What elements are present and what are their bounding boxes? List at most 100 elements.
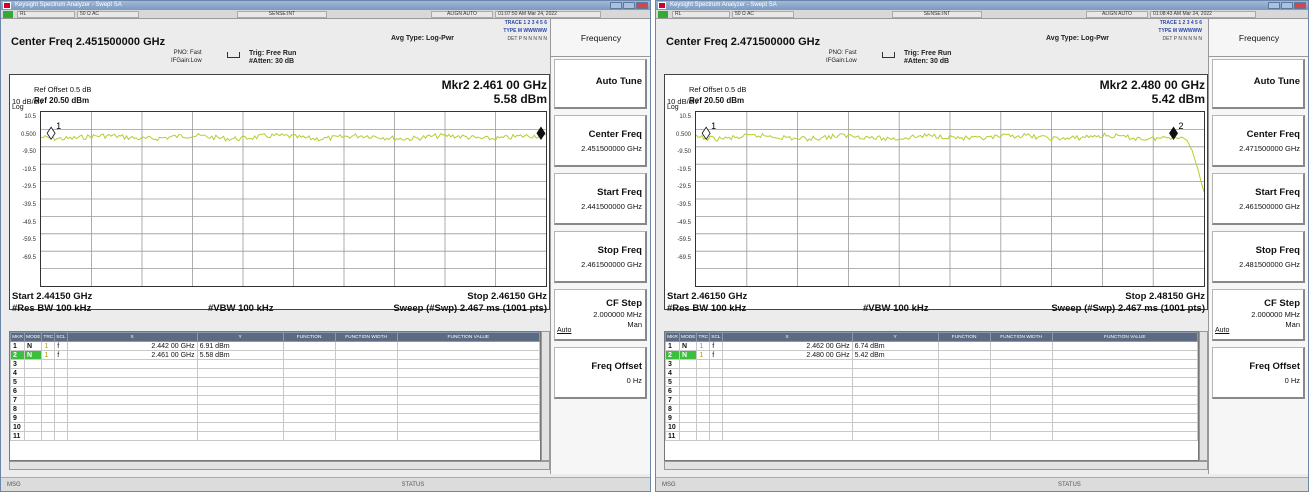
- marker-empty-cell: [696, 386, 711, 396]
- auto-tune-button[interactable]: Auto Tune: [1212, 59, 1305, 109]
- marker-row[interactable]: 7: [10, 395, 541, 405]
- cf-step-button[interactable]: CF Step 2.000000 MHz Auto Man: [554, 289, 647, 341]
- manual-toggle[interactable]: Man: [627, 320, 642, 329]
- marker-empty-cell: [196, 404, 284, 414]
- marker-trace-cell: 1: [696, 341, 711, 351]
- marker-empty-cell: [23, 395, 43, 405]
- freq-offset-button[interactable]: Freq Offset 0 Hz: [554, 347, 647, 399]
- marker-empty-cell: [196, 386, 284, 396]
- align-status: ALIGN AUTO: [1086, 11, 1148, 18]
- stop-freq-button[interactable]: Stop Freq 2.481500000 GHz: [1212, 231, 1305, 283]
- stop-freq-button[interactable]: Stop Freq 2.461500000 GHz: [554, 231, 647, 283]
- column-header: FUNCTION WIDTH: [334, 332, 398, 342]
- marker-empty-cell: [709, 395, 723, 405]
- marker-row[interactable]: 2 N 1 f 2.480 00 GHz 5.42 dBm: [665, 350, 1199, 360]
- marker-row[interactable]: 5: [665, 377, 1199, 387]
- column-header: TRC: [41, 332, 56, 342]
- coupling-status: 50 Ω AC: [77, 11, 139, 18]
- close-button[interactable]: [636, 2, 648, 9]
- marker-row[interactable]: 2 N 1 f 2.461 00 GHz 5.58 dBm: [10, 350, 541, 360]
- marker-row[interactable]: 7: [665, 395, 1199, 405]
- marker-empty-cell: [937, 359, 991, 369]
- app-icon: [3, 2, 11, 9]
- table-horizontal-scrollbar[interactable]: [664, 461, 1208, 470]
- pno-indicator: [227, 52, 240, 58]
- marker-row[interactable]: 5: [10, 377, 541, 387]
- marker-empty-cell: [989, 422, 1053, 432]
- column-header: FUNCTION VALUE: [1051, 332, 1199, 342]
- table-horizontal-scrollbar[interactable]: [9, 461, 550, 470]
- marker-number-cell: 2: [665, 350, 680, 360]
- marker-number-cell: 9: [665, 413, 680, 423]
- start-freq-button-value: 2.441500000 GHz: [581, 202, 642, 211]
- marker-empty-cell: [23, 368, 43, 378]
- marker-row[interactable]: 4: [665, 368, 1199, 378]
- marker-row[interactable]: 8: [10, 404, 541, 414]
- marker-row[interactable]: 3: [665, 359, 1199, 369]
- trigger-label: Trig: Free Run: [904, 50, 952, 57]
- column-header: MODE: [23, 332, 43, 342]
- marker-empty-cell: [23, 359, 43, 369]
- marker-empty-cell: [282, 413, 336, 423]
- start-freq-button-value: 2.461500000 GHz: [1239, 202, 1300, 211]
- table-vertical-scrollbar[interactable]: [541, 331, 550, 461]
- maximize-button[interactable]: [623, 2, 635, 9]
- cf-step-button[interactable]: CF Step 2.000000 MHz Auto Man: [1212, 289, 1305, 341]
- auto-toggle[interactable]: Auto: [557, 327, 571, 334]
- marker-empty-cell: [851, 377, 939, 387]
- stop-freq-button-value: 2.461500000 GHz: [581, 260, 642, 269]
- auto-toggle[interactable]: Auto: [1215, 327, 1229, 334]
- start-freq-button[interactable]: Start Freq 2.441500000 GHz: [554, 173, 647, 225]
- marker-empty-cell: [937, 413, 991, 423]
- marker-empty-cell: [709, 422, 723, 432]
- freq-offset-button[interactable]: Freq Offset 0 Hz: [1212, 347, 1305, 399]
- marker-row[interactable]: 11: [10, 431, 541, 441]
- marker-empty-cell: [989, 377, 1053, 387]
- det-line: DET P N N N N N: [507, 36, 547, 42]
- start-freq-button[interactable]: Start Freq 2.461500000 GHz: [1212, 173, 1305, 225]
- marker-empty-cell: [1051, 395, 1199, 405]
- marker-empty-cell: [54, 359, 68, 369]
- instrument-status-bar: RL 50 Ω AC SENSE:INT ALIGN AUTO 01:07:50 AM …: [1, 10, 650, 19]
- maximize-button[interactable]: [1281, 2, 1293, 9]
- marker-row[interactable]: 6: [10, 386, 541, 396]
- start-freq-button-label: Start Freq: [1255, 187, 1300, 198]
- marker-empty-cell: [396, 377, 541, 387]
- freq-offset-button-value: 0 Hz: [1284, 376, 1300, 385]
- marker-row[interactable]: 6: [665, 386, 1199, 396]
- marker-row[interactable]: 3: [10, 359, 541, 369]
- marker-empty-cell: [851, 404, 939, 414]
- center-freq-button[interactable]: Center Freq 2.471500000 GHz: [1212, 115, 1305, 167]
- auto-tune-button[interactable]: Auto Tune: [554, 59, 647, 109]
- freq-offset-button-label: Freq Offset: [1249, 361, 1300, 372]
- marker-row[interactable]: 9: [665, 413, 1199, 423]
- marker-x-cell: 2.462 00 GHz: [721, 341, 853, 351]
- marker-empty-cell: [937, 431, 991, 441]
- marker-scale-cell: f: [709, 341, 723, 351]
- center-freq-button[interactable]: Center Freq 2.451500000 GHz: [554, 115, 647, 167]
- table-vertical-scrollbar[interactable]: [1199, 331, 1208, 461]
- close-button[interactable]: [1294, 2, 1306, 9]
- marker-row[interactable]: 10: [10, 422, 541, 432]
- column-header: MKR: [665, 332, 680, 342]
- marker-number-cell: 8: [10, 404, 25, 414]
- stop-frequency: Stop 2.48150 GHz: [1125, 291, 1205, 302]
- marker-empty-cell: [989, 386, 1053, 396]
- marker-row[interactable]: 4: [10, 368, 541, 378]
- manual-toggle[interactable]: Man: [1285, 320, 1300, 329]
- marker-row[interactable]: 8: [665, 404, 1199, 414]
- marker-row[interactable]: 1 N 1 f 2.442 00 GHz 6.91 dBm: [10, 341, 541, 351]
- marker-row[interactable]: 11: [665, 431, 1199, 441]
- marker-empty-cell: [334, 422, 398, 432]
- stop-freq-button-label: Stop Freq: [1255, 245, 1300, 256]
- column-header: FUNCTION VALUE: [396, 332, 541, 342]
- marker-row[interactable]: 1 N 1 f 2.462 00 GHz 6.74 dBm: [665, 341, 1199, 351]
- marker-number-cell: 4: [10, 368, 25, 378]
- marker-empty-cell: [696, 404, 711, 414]
- status-label: STATUS: [401, 482, 425, 488]
- minimize-button[interactable]: [1268, 2, 1280, 9]
- marker-row[interactable]: 10: [665, 422, 1199, 432]
- minimize-button[interactable]: [610, 2, 622, 9]
- marker-row[interactable]: 9: [10, 413, 541, 423]
- scale-label: -69.5: [677, 254, 691, 261]
